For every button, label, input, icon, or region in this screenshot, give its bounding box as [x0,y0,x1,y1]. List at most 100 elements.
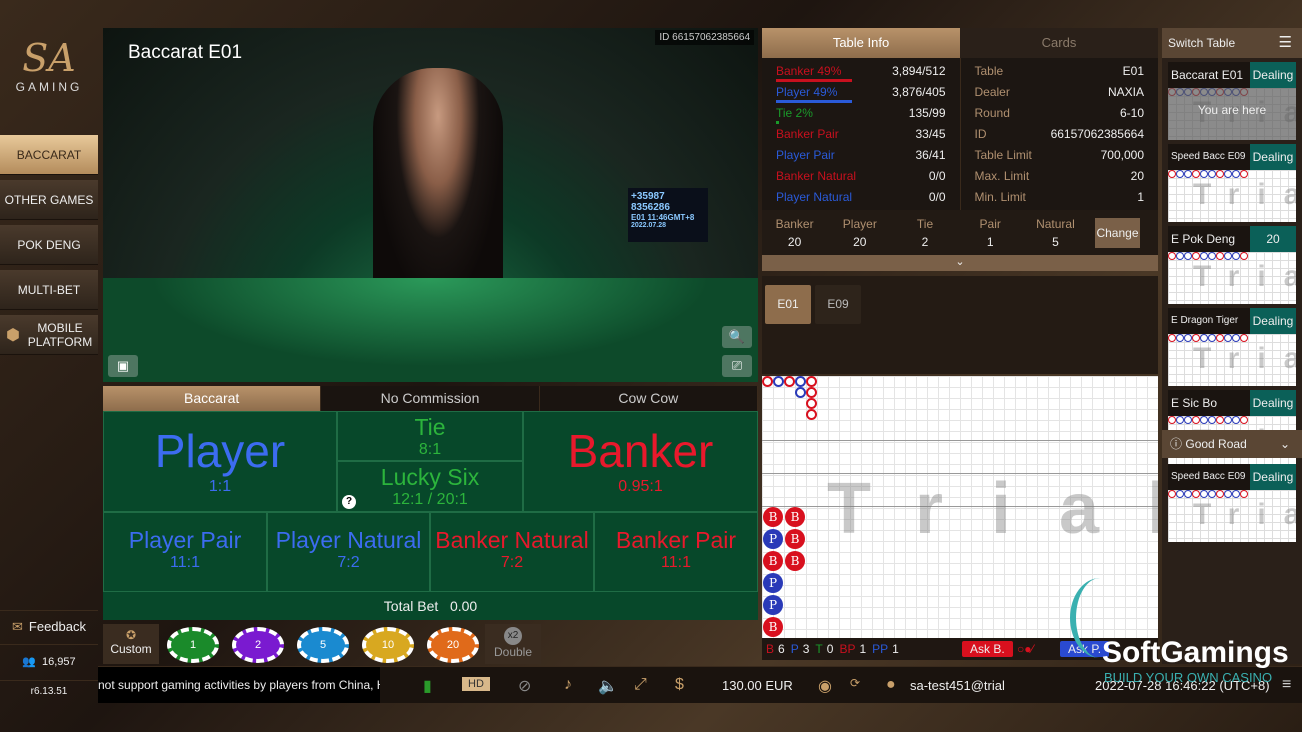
road-tab-e01[interactable]: E01 [765,285,811,324]
switch-table-header: Switch Table ☰ [1162,28,1302,58]
summary-pp-count: 1 [892,642,899,656]
tab-table-info[interactable]: Table Info [762,28,960,58]
limit-banker: Banker 20 [775,216,814,249]
refresh-icon[interactable]: ⟳ [850,676,860,690]
table-status: Dealing [1250,62,1296,88]
sidebar-item-mobile-platform[interactable]: ⬢ MOBILE PLATFORM [0,315,98,355]
big-road-banker [806,376,817,387]
hide-balance-icon[interactable]: ◉ [818,676,832,696]
picture-icon[interactable]: ▣ [108,355,138,377]
chip-10[interactable]: 10 [362,627,414,663]
stat-value: 0/0 [928,169,946,183]
zoom-icon[interactable]: 🔍 [722,326,752,348]
help-icon[interactable]: ? [342,495,356,509]
bet-lucky-six[interactable]: Lucky Six 12:1 / 20:1 ? [337,461,523,512]
summary-pp-label: PP [872,642,889,656]
tab-cow-cow[interactable]: Cow Cow [540,386,758,411]
filter-icon[interactable]: ☰ [1279,28,1292,58]
summary-bp-count: 1 [859,642,867,656]
summary-p-label: P [790,642,799,656]
bead-banker: B [785,507,805,527]
chip-5[interactable]: 5 [297,627,349,663]
chip-20[interactable]: 20 [427,627,479,663]
bet-player-pair[interactable]: Player Pair 11:1 [103,512,267,592]
summary-t-count: 0 [826,642,834,656]
bet-banker-natural[interactable]: Banker Natural 7:2 [430,512,594,592]
signal-icon: ▮ [423,678,432,695]
user-icon: ● [886,676,896,693]
table-name: E Sic Bo [1168,390,1250,416]
video-off-icon[interactable]: ⊘ [518,676,531,696]
big-road-player [773,376,784,387]
tab-baccarat[interactable]: Baccarat [103,386,322,411]
trial-watermark: Trial [827,469,1158,549]
table-card[interactable]: Speed Bacc E09DealingTrial [1168,144,1296,222]
dealer [373,68,503,308]
volume-icon[interactable]: 🔈 [598,676,618,696]
feedback-button[interactable]: ✉ Feedback [0,610,98,642]
detail-row: Dealer NAXIA [975,82,1145,103]
stat-row: Banker Natural 0/0 [776,166,946,187]
big-road-banker [806,387,817,398]
stat-label: Player Natural [776,190,853,204]
custom-chip-button[interactable]: ✪ Custom [103,624,159,664]
sa-gaming-logo: SA GAMING [15,36,83,94]
detail-label: Min. Limit [974,190,1026,204]
ask-banker-button[interactable]: Ask B. [962,641,1013,657]
detail-row: ID 66157062385664 [975,124,1145,145]
big-road-player [795,387,806,398]
hd-quality-button[interactable]: HD [462,677,490,691]
table-status: Dealing [1250,308,1296,334]
tab-cards[interactable]: Cards [960,28,1158,58]
softgamings-watermark: SoftGamings BUILD YOUR OWN CASINO [1070,578,1289,685]
balance: 130.00 EUR [722,678,793,693]
fullscreen-icon[interactable]: ⤢ [634,676,647,694]
table-name: E Dragon Tiger [1168,308,1250,334]
android-icon: ⬢ [6,327,20,344]
music-icon[interactable]: ♪ [564,676,572,694]
road-tab-e09[interactable]: E09 [815,285,861,324]
chip-2[interactable]: 2 [232,627,284,663]
detail-value: 6-10 [1119,106,1144,120]
sidebar-item-baccarat[interactable]: BACCARAT [0,135,98,175]
detail-row: Round 6-10 [975,103,1145,124]
table-status: Dealing [1250,464,1296,490]
sidebar-item-multi-bet[interactable]: MULTI-BET [0,270,98,310]
sidebar-item-other-games[interactable]: OTHER GAMES [0,180,98,220]
bead-player: P [763,573,783,593]
detail-label: Max. Limit [974,169,1030,183]
bet-banker[interactable]: Banker 0.95:1 [523,411,758,512]
bet-player-natural[interactable]: Player Natural 7:2 [267,512,430,592]
tab-no-commission[interactable]: No Commission [321,386,540,411]
switch-table-sidebar: Switch Table☰ Baccarat E01DealingTrialYo… [1162,28,1302,664]
chip-icon: ✪ [125,628,137,642]
sidebar-item-pok-deng[interactable]: POK DENG [0,225,98,265]
table-card[interactable]: Baccarat E01DealingTrialYou are here [1168,62,1296,140]
table-status: Dealing [1250,144,1296,170]
detail-value: 66157062385664 [1050,127,1144,141]
stat-label: Banker Natural [776,169,857,183]
good-road-toggle[interactable]: ⓘ Good Road ⌄ [1162,430,1302,458]
table-card[interactable]: E Pok Deng20Trial [1168,226,1296,304]
detail-label: Table Limit [974,148,1032,162]
table-card[interactable]: Speed Bacc E09DealingTrial [1168,464,1296,542]
online-count: 👥 16,957 [0,644,98,678]
stat-label: Banker Pair [776,127,839,141]
bead-banker: B [785,529,805,549]
table-card[interactable]: E Dragon TigerDealingTrial [1168,308,1296,386]
bet-player[interactable]: Player 1:1 [103,411,337,512]
stat-label: Player Pair [776,148,835,162]
table-name: Baccarat E01 [1168,62,1250,88]
detail-label: Table [974,64,1004,78]
bet-banker-pair[interactable]: Banker Pair 11:1 [594,512,758,592]
bead-banker: B [763,507,783,527]
camera-icon[interactable]: ⎚ [722,355,752,377]
expand-chevron-icon[interactable]: ⌄ [762,255,1158,271]
chip-1[interactable]: 1 [167,627,219,663]
bet-tie[interactable]: Tie 8:1 [337,411,523,461]
double-button[interactable]: x2 Double [485,624,541,664]
stat-value: 36/41 [915,148,946,162]
change-button[interactable]: Change [1095,218,1140,248]
dollar-icon: $ [675,676,684,693]
bead-player: P [763,529,783,549]
